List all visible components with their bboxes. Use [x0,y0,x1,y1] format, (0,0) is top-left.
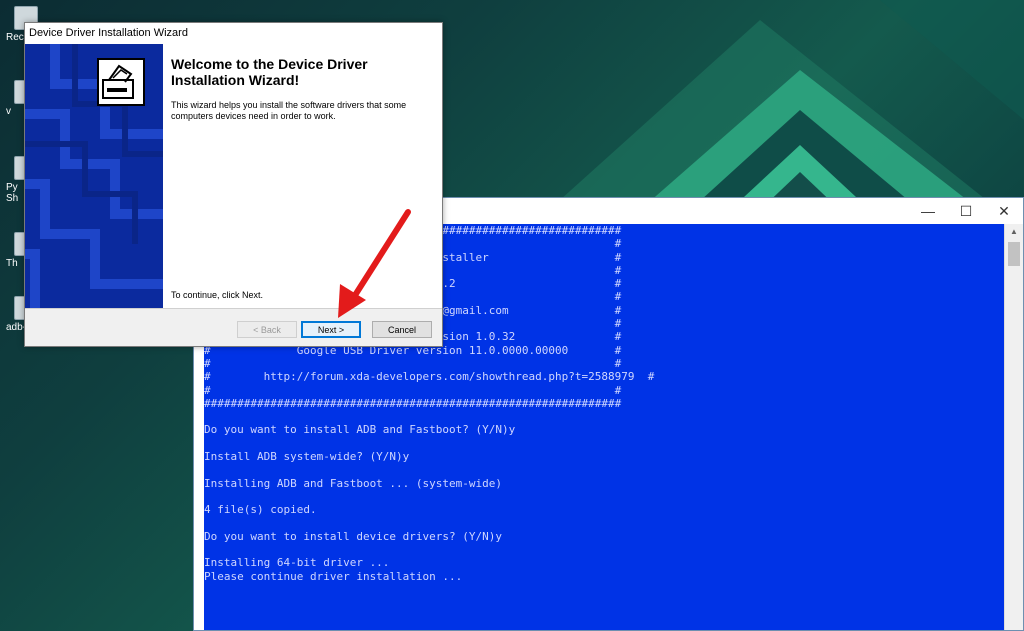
scroll-up-icon[interactable]: ▲ [1005,224,1023,240]
console-line: ########################################… [204,396,622,410]
wizard-description: This wizard helps you install the softwa… [171,100,407,121]
console-scrollbar[interactable]: ▲ [1004,224,1023,630]
wizard-banner [25,44,163,308]
hardware-install-icon [97,58,145,106]
console-line: # http://forum.xda-developers.com/showth… [204,370,655,384]
console-line: Installing ADB and Fastboot ... (system-… [204,476,503,490]
close-button[interactable]: ✕ [985,198,1023,224]
console-line: Do you want to install ADB and Fastboot?… [204,423,516,437]
wizard-content: Welcome to the Device Driver Installatio… [25,44,442,308]
console-line: Install ADB system-wide? (Y/N)y [204,450,410,464]
next-button[interactable]: Next > [301,321,361,338]
maximize-button[interactable]: ☐ [947,198,985,224]
wizard-heading: Welcome to the Device Driver Installatio… [171,56,368,88]
scroll-thumb[interactable] [1008,242,1020,266]
console-line: 4 file(s) copied. [204,503,317,517]
console-line: # # [204,356,622,370]
cancel-button[interactable]: Cancel [372,321,432,338]
console-line: # # [204,383,622,397]
console-line: Do you want to install device drivers? (… [204,529,503,543]
console-line: Please continue driver installation ... [204,569,463,583]
wizard-title[interactable]: Device Driver Installation Wizard [25,23,442,44]
console-line: Installing 64-bit driver ... [204,556,390,570]
minimize-button[interactable]: — [909,198,947,224]
driver-wizard-window[interactable]: Device Driver Installation Wizard Welcom… [24,22,443,347]
back-button[interactable]: < Back [237,321,297,338]
wizard-button-bar: < Back Next > Cancel [25,308,442,346]
window-controls: — ☐ ✕ [909,198,1023,224]
wizard-continue-text: To continue, click Next. [171,290,264,300]
